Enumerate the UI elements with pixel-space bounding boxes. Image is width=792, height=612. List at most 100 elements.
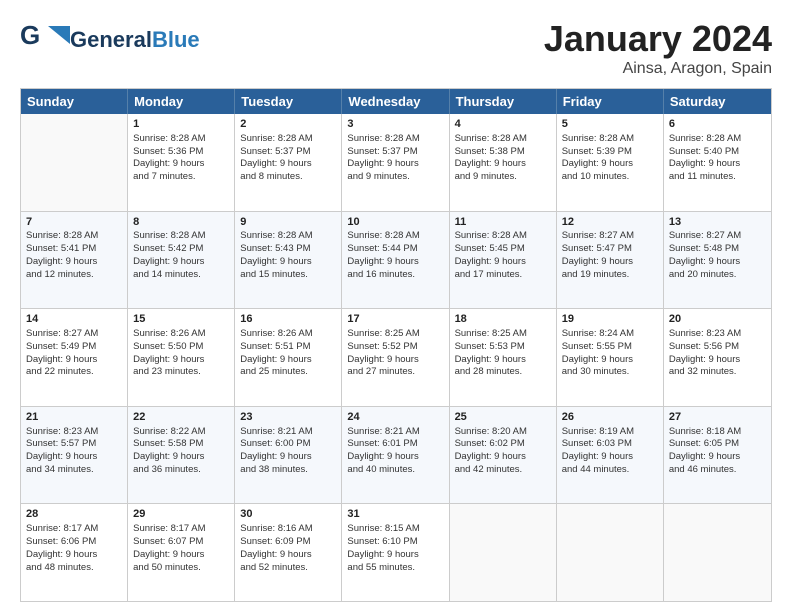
day-number: 2	[240, 117, 336, 132]
day-info: Sunrise: 8:17 AM	[133, 523, 229, 536]
day-info: Daylight: 9 hours	[26, 354, 122, 367]
day-number: 11	[455, 215, 551, 230]
day-number: 9	[240, 215, 336, 230]
day-number: 18	[455, 312, 551, 327]
day-number: 25	[455, 410, 551, 425]
day-info: Sunset: 5:51 PM	[240, 341, 336, 354]
day-info: Sunset: 6:01 PM	[347, 438, 443, 451]
day-info: and 55 minutes.	[347, 562, 443, 575]
day-info: Sunrise: 8:25 AM	[455, 328, 551, 341]
day-info: Sunrise: 8:26 AM	[133, 328, 229, 341]
day-info: and 23 minutes.	[133, 366, 229, 379]
day-info: Daylight: 9 hours	[562, 158, 658, 171]
day-info: Daylight: 9 hours	[455, 256, 551, 269]
col-friday: Friday	[557, 89, 664, 114]
calendar-cell: 9Sunrise: 8:28 AMSunset: 5:43 PMDaylight…	[235, 212, 342, 309]
day-number: 30	[240, 507, 336, 522]
day-info: Daylight: 9 hours	[562, 354, 658, 367]
day-info: and 28 minutes.	[455, 366, 551, 379]
day-info: Sunset: 5:36 PM	[133, 146, 229, 159]
day-info: Daylight: 9 hours	[347, 451, 443, 464]
day-info: and 20 minutes.	[669, 269, 766, 282]
calendar-cell: 17Sunrise: 8:25 AMSunset: 5:52 PMDayligh…	[342, 309, 449, 406]
day-info: and 22 minutes.	[26, 366, 122, 379]
day-info: Sunset: 6:10 PM	[347, 536, 443, 549]
col-monday: Monday	[128, 89, 235, 114]
calendar-cell	[664, 504, 771, 601]
day-number: 13	[669, 215, 766, 230]
calendar-cell: 23Sunrise: 8:21 AMSunset: 6:00 PMDayligh…	[235, 407, 342, 504]
day-info: Daylight: 9 hours	[240, 354, 336, 367]
day-info: Daylight: 9 hours	[133, 158, 229, 171]
day-info: and 44 minutes.	[562, 464, 658, 477]
day-info: Sunrise: 8:28 AM	[240, 230, 336, 243]
calendar-header: Sunday Monday Tuesday Wednesday Thursday…	[21, 89, 771, 114]
day-number: 17	[347, 312, 443, 327]
calendar-row: 21Sunrise: 8:23 AMSunset: 5:57 PMDayligh…	[21, 406, 771, 504]
calendar-cell: 2Sunrise: 8:28 AMSunset: 5:37 PMDaylight…	[235, 114, 342, 211]
col-tuesday: Tuesday	[235, 89, 342, 114]
day-info: Daylight: 9 hours	[455, 451, 551, 464]
day-info: Sunrise: 8:23 AM	[26, 426, 122, 439]
calendar-cell: 20Sunrise: 8:23 AMSunset: 5:56 PMDayligh…	[664, 309, 771, 406]
calendar-cell: 6Sunrise: 8:28 AMSunset: 5:40 PMDaylight…	[664, 114, 771, 211]
day-info: Sunset: 5:39 PM	[562, 146, 658, 159]
page-title: January 2024	[544, 18, 772, 60]
calendar-cell: 3Sunrise: 8:28 AMSunset: 5:37 PMDaylight…	[342, 114, 449, 211]
day-number: 1	[133, 117, 229, 132]
day-info: and 14 minutes.	[133, 269, 229, 282]
calendar-cell: 16Sunrise: 8:26 AMSunset: 5:51 PMDayligh…	[235, 309, 342, 406]
day-info: Sunrise: 8:24 AM	[562, 328, 658, 341]
day-info: and 30 minutes.	[562, 366, 658, 379]
day-info: Daylight: 9 hours	[455, 158, 551, 171]
day-info: Sunset: 6:00 PM	[240, 438, 336, 451]
day-info: Sunrise: 8:22 AM	[133, 426, 229, 439]
day-info: Sunrise: 8:26 AM	[240, 328, 336, 341]
title-block: January 2024 Ainsa, Aragon, Spain	[544, 18, 772, 78]
calendar-cell: 29Sunrise: 8:17 AMSunset: 6:07 PMDayligh…	[128, 504, 235, 601]
day-info: and 17 minutes.	[455, 269, 551, 282]
day-info: Sunrise: 8:28 AM	[347, 230, 443, 243]
day-number: 4	[455, 117, 551, 132]
day-number: 22	[133, 410, 229, 425]
day-info: Sunset: 5:37 PM	[347, 146, 443, 159]
svg-text:G: G	[20, 20, 40, 50]
day-info: Daylight: 9 hours	[455, 354, 551, 367]
day-number: 3	[347, 117, 443, 132]
day-info: Sunrise: 8:27 AM	[562, 230, 658, 243]
day-number: 15	[133, 312, 229, 327]
day-number: 29	[133, 507, 229, 522]
calendar-cell: 7Sunrise: 8:28 AMSunset: 5:41 PMDaylight…	[21, 212, 128, 309]
day-info: Sunset: 6:07 PM	[133, 536, 229, 549]
day-info: and 36 minutes.	[133, 464, 229, 477]
day-info: and 50 minutes.	[133, 562, 229, 575]
day-number: 6	[669, 117, 766, 132]
day-info: and 15 minutes.	[240, 269, 336, 282]
day-info: Sunset: 5:57 PM	[26, 438, 122, 451]
day-info: Daylight: 9 hours	[347, 549, 443, 562]
day-info: Sunset: 5:47 PM	[562, 243, 658, 256]
calendar-cell: 14Sunrise: 8:27 AMSunset: 5:49 PMDayligh…	[21, 309, 128, 406]
calendar-body: 1Sunrise: 8:28 AMSunset: 5:36 PMDaylight…	[21, 114, 771, 601]
col-thursday: Thursday	[450, 89, 557, 114]
day-number: 7	[26, 215, 122, 230]
calendar-cell	[21, 114, 128, 211]
calendar-cell: 1Sunrise: 8:28 AMSunset: 5:36 PMDaylight…	[128, 114, 235, 211]
day-info: and 12 minutes.	[26, 269, 122, 282]
day-info: Daylight: 9 hours	[562, 256, 658, 269]
day-info: and 9 minutes.	[455, 171, 551, 184]
day-number: 5	[562, 117, 658, 132]
day-info: Daylight: 9 hours	[347, 256, 443, 269]
calendar-cell: 18Sunrise: 8:25 AMSunset: 5:53 PMDayligh…	[450, 309, 557, 406]
day-info: Sunrise: 8:23 AM	[669, 328, 766, 341]
day-info: Daylight: 9 hours	[669, 354, 766, 367]
day-info: Sunset: 5:40 PM	[669, 146, 766, 159]
day-info: and 27 minutes.	[347, 366, 443, 379]
calendar-cell: 13Sunrise: 8:27 AMSunset: 5:48 PMDayligh…	[664, 212, 771, 309]
col-wednesday: Wednesday	[342, 89, 449, 114]
day-info: Sunset: 6:05 PM	[669, 438, 766, 451]
day-info: Sunset: 5:45 PM	[455, 243, 551, 256]
day-info: Sunrise: 8:19 AM	[562, 426, 658, 439]
day-info: Sunset: 5:53 PM	[455, 341, 551, 354]
calendar-cell: 19Sunrise: 8:24 AMSunset: 5:55 PMDayligh…	[557, 309, 664, 406]
